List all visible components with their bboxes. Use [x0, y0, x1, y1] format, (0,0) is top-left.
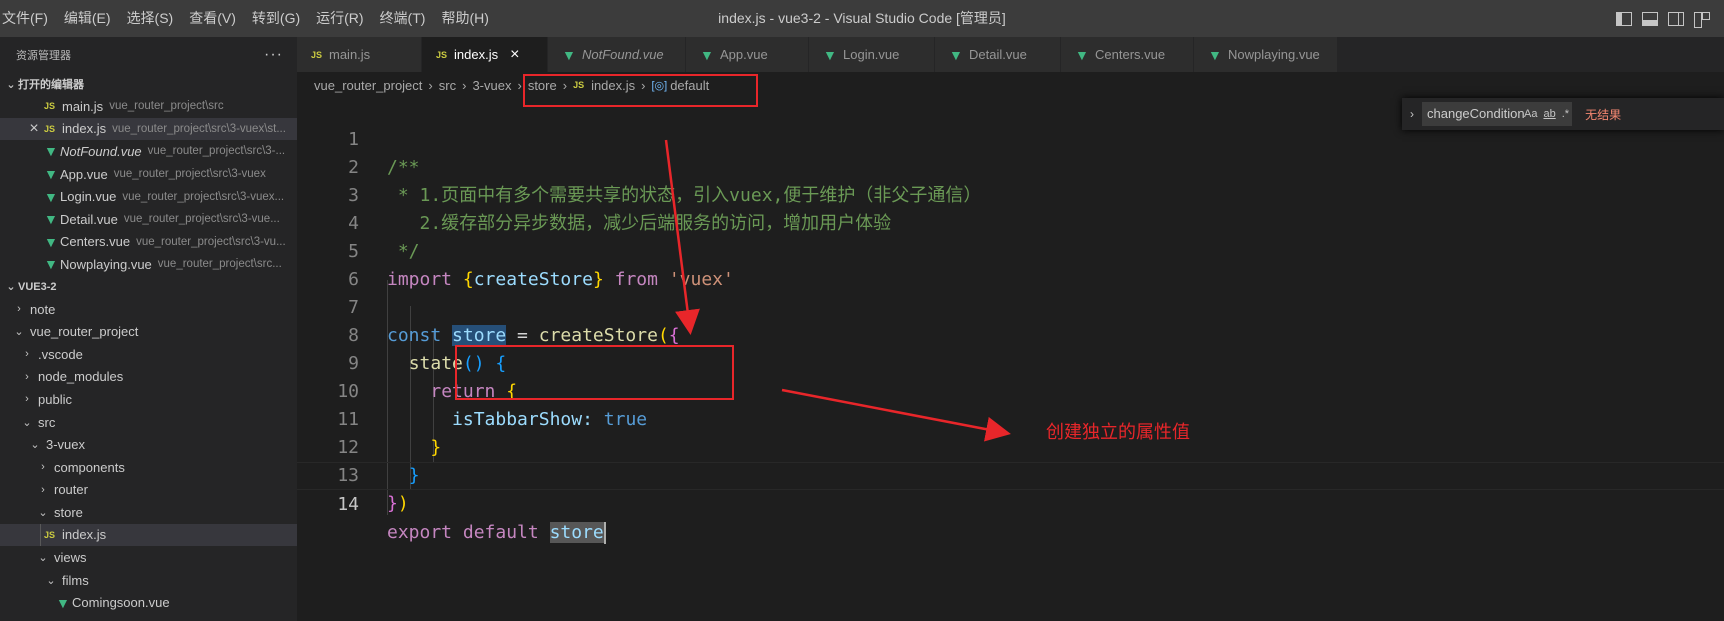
annotation-arrows	[664, 139, 1011, 442]
annotation-arrow	[664, 139, 700, 335]
annotation-label: 创建独立的属性值	[1046, 422, 1190, 443]
annotation-arrow	[781, 388, 1011, 442]
